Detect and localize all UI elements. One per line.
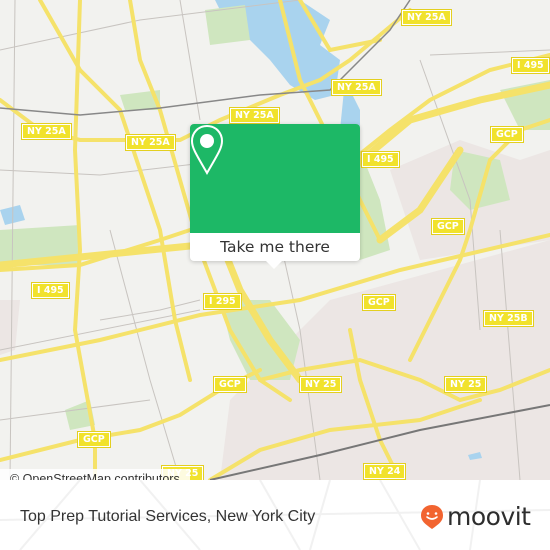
location-popup: Take me there — [190, 124, 360, 269]
road-shield: NY 25A — [401, 9, 452, 26]
road-shield: GCP — [431, 218, 465, 235]
road-shield: NY 25B — [483, 310, 534, 327]
road-shield: NY 25A — [21, 123, 72, 140]
road-shield: I 495 — [511, 57, 550, 74]
road-shield: GCP — [362, 294, 396, 311]
map-attribution[interactable]: © OpenStreetMap contributors — [0, 469, 190, 480]
popup-pointer — [266, 261, 282, 269]
place-title: Top Prep Tutorial Services, New York Cit… — [20, 508, 316, 525]
moovit-logo[interactable]: moovit — [420, 504, 531, 530]
footer: Top Prep Tutorial Services, New York Cit… — [0, 480, 550, 550]
popup-header — [190, 124, 360, 233]
road-shield: NY 25 — [298, 376, 343, 393]
road-shield: NY 25A — [331, 79, 382, 96]
take-me-there-button[interactable]: Take me there — [190, 233, 360, 261]
moovit-pin-icon — [421, 505, 443, 529]
road-shield: NY 24 — [362, 463, 407, 480]
road-shield: I 495 — [361, 151, 400, 168]
road-shield: NY 25A — [125, 134, 176, 151]
road-shield: NY 25 — [443, 376, 488, 393]
road-shield: I 295 — [203, 293, 242, 310]
road-shield: I 495 — [31, 282, 70, 299]
road-shield: GCP — [490, 126, 524, 143]
road-shield: NY 25A — [229, 107, 280, 124]
logo-text: moovit — [447, 502, 531, 531]
map-canvas[interactable]: NY 25A I 495 NY 25A NY 25A NY 25A NY 25A… — [0, 0, 550, 480]
road-shield: GCP — [213, 376, 247, 393]
location-pin-icon — [190, 124, 224, 175]
road-shield: GCP — [77, 431, 111, 448]
